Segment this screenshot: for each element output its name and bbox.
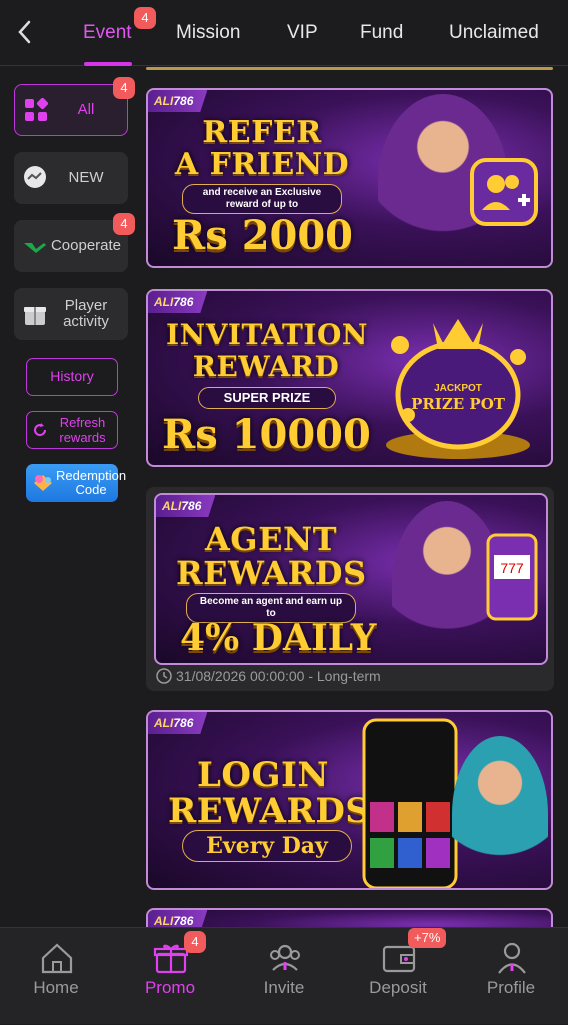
banner-title-line1: INVITATION — [166, 318, 368, 351]
tab-mission[interactable]: Mission — [176, 22, 240, 44]
refresh-rewards-label: Refresh rewards — [59, 415, 106, 445]
svg-text:777: 777 — [500, 560, 524, 576]
all-badge: 4 — [113, 77, 135, 99]
tab-fund[interactable]: Fund — [360, 22, 403, 44]
nav-profile[interactable]: Profile — [461, 928, 561, 1025]
active-tab-indicator — [84, 62, 132, 66]
category-sidebar: All 4 NEW Cooperate 4 Player activity Hi… — [0, 67, 140, 927]
refresh-rewards-button[interactable]: Refresh rewards — [26, 411, 118, 449]
tab-vip[interactable]: VIP — [287, 22, 318, 44]
banner-title-line2: REWARD — [192, 350, 340, 383]
banner-subtitle: SUPER PRIZE — [198, 387, 336, 409]
promo-badge: 4 — [184, 931, 206, 953]
nav-invite[interactable]: Invite — [234, 928, 334, 1025]
sidebar-item-player-activity[interactable]: Player activity — [14, 288, 128, 340]
home-icon — [41, 943, 73, 974]
brand-logo: ALI786 — [148, 90, 208, 112]
event-period: 31/08/2026 00:00:00 - Long-term — [156, 668, 381, 684]
banner-agent-rewards[interactable]: ALI786 AGENT REWARDS Become an agent and… — [154, 493, 548, 665]
cooperate-badge: 4 — [113, 213, 135, 235]
sidebar-item-label: NEW — [68, 169, 104, 186]
chat-bubble-icon — [24, 166, 46, 188]
history-button[interactable]: History — [26, 358, 118, 396]
character-figure — [452, 736, 548, 888]
slot-machine-icon: 777 — [486, 533, 538, 621]
refresh-icon — [34, 423, 47, 437]
banner-amount: 4% DAILY — [180, 617, 377, 659]
grid-icon — [25, 97, 49, 121]
banner-title-line2: REWARDS — [168, 791, 371, 831]
people-icon — [270, 944, 300, 971]
brand-logo: ALI786 — [156, 495, 216, 517]
banner-refer-a-friend[interactable]: ALI786 REFER A FRIEND and receive an Exc… — [146, 88, 553, 268]
clock-icon — [156, 668, 172, 684]
event-period-text: 31/08/2026 00:00:00 - Long-term — [176, 668, 381, 684]
pot-label-line1: JACKPOT — [434, 383, 482, 394]
event-badge: 4 — [134, 7, 156, 29]
nav-profile-label: Profile — [486, 978, 536, 997]
banner-amount: Rs 10000 — [162, 411, 371, 458]
nav-invite-label: Invite — [263, 978, 305, 997]
banner-title-line1: REFER — [202, 115, 322, 150]
banner-title-line2: A FRIEND — [174, 147, 350, 182]
sidebar-item-all[interactable]: All — [14, 84, 128, 136]
friends-add-icon — [470, 158, 538, 226]
person-icon — [498, 942, 526, 974]
tab-event[interactable]: Event — [83, 22, 132, 44]
brand-logo: ALI786 — [148, 910, 208, 927]
redeem-gift-icon — [34, 475, 52, 491]
nav-home-label: Home — [33, 978, 79, 997]
previous-banner-edge — [146, 67, 553, 70]
deposit-bonus-badge: +7% — [408, 928, 447, 948]
tab-unclaimed[interactable]: Unclaimed — [449, 22, 539, 44]
banner-title-line2: REWARDS — [176, 554, 367, 592]
banner-subtitle: and receive an Exclusive reward of up to — [182, 184, 342, 214]
banner-invitation-reward[interactable]: ALI786 INVITATION REWARD SUPER PRIZE Rs … — [146, 289, 553, 467]
sidebar-item-label: All — [77, 101, 95, 118]
nav-home[interactable]: Home — [6, 928, 106, 1025]
sidebar-item-new[interactable]: NEW — [14, 152, 128, 204]
banner-title-line1: LOGIN — [196, 755, 330, 795]
agent-rewards-card[interactable]: ALI786 AGENT REWARDS Become an agent and… — [146, 487, 554, 691]
redemption-code-button[interactable]: Redemption Code — [26, 464, 126, 502]
back-arrow-icon[interactable] — [14, 18, 36, 46]
sidebar-item-label: Player activity — [63, 297, 109, 330]
sidebar-item-label: Cooperate — [50, 237, 122, 254]
handshake-icon — [24, 243, 46, 253]
banner-amount: Rs 2000 — [172, 212, 354, 259]
top-tab-bar: Event 4 Mission VIP Fund Unclaimed — [0, 0, 568, 66]
brand-logo: ALI786 — [148, 291, 208, 313]
gift-box-icon — [24, 307, 46, 325]
brand-logo: ALI786 — [148, 712, 208, 734]
nav-promo-label: Promo — [144, 978, 196, 997]
banner-subtitle: Every Day — [182, 830, 352, 863]
sidebar-item-cooperate[interactable]: Cooperate — [14, 220, 128, 272]
phone-app-icon — [362, 718, 458, 888]
banner-partial[interactable]: ALI786 — [146, 908, 553, 927]
banner-login-rewards[interactable]: ALI786 LOGIN REWARDS Every Day — [146, 710, 553, 890]
pot-label-line2: PRIZE POT — [411, 395, 505, 413]
nav-deposit-label: Deposit — [369, 978, 427, 997]
promo-list: ALI786 REFER A FRIEND and receive an Exc… — [140, 67, 568, 927]
banner-title-line1: AGENT — [204, 520, 338, 558]
bottom-navigation: Home Promo 4 Invite Deposit Profile — [0, 927, 568, 1024]
redemption-code-label: Redemption Code — [56, 468, 127, 497]
